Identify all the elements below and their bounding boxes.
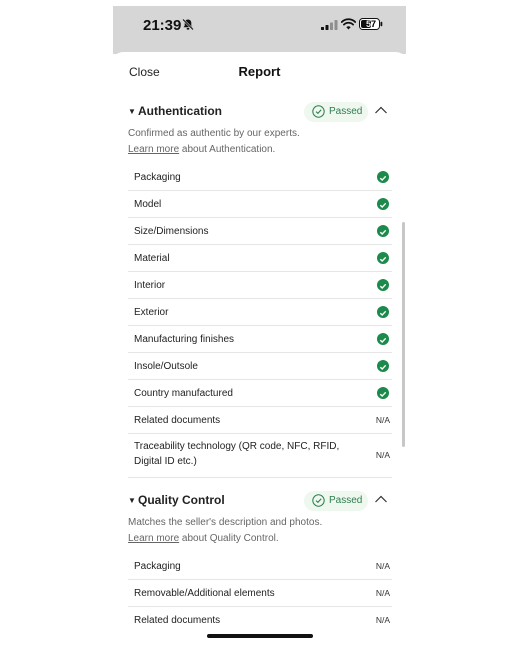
table-row: Removable/Additional elements N/A [128, 580, 392, 607]
check-icon [377, 171, 389, 183]
table-row: Size/Dimensions [128, 218, 392, 245]
check-icon [377, 252, 389, 264]
row-label: Related documents [134, 615, 221, 626]
table-row: Country manufactured [128, 380, 392, 407]
check-icon [377, 360, 389, 372]
status-time: 21:39 [143, 17, 182, 34]
row-label: Related documents [134, 415, 221, 426]
table-row: Packaging [128, 164, 392, 191]
description-text: Matches the seller's description and pho… [128, 517, 323, 528]
learn-more-line: Learn more about Quality Control. [128, 531, 398, 547]
table-row: Insole/Outsole [128, 353, 392, 380]
phone-screen: 21:39 57 Close Report ▼ Authentication P… [113, 6, 406, 644]
row-label: Insole/Outsole [134, 361, 198, 372]
row-label-line: Digital ID etc.) [134, 456, 197, 467]
table-row: Traceability technology (QR code, NFC, R… [128, 434, 392, 478]
chevron-up-icon[interactable] [374, 105, 388, 115]
badge-label: Passed [329, 106, 363, 117]
check-icon [377, 198, 389, 210]
learn-more-suffix: about Quality Control. [179, 533, 279, 544]
battery-level: 57 [365, 19, 376, 29]
row-label: Country manufactured [134, 388, 233, 399]
quality-control-description: Matches the seller's description and pho… [128, 515, 398, 547]
caret-down-icon: ▼ [128, 496, 136, 505]
home-indicator[interactable] [207, 634, 313, 638]
row-label: Traceability technology (QR code, NFC, R… [134, 439, 339, 469]
row-label: Packaging [134, 561, 181, 572]
chevron-up-icon[interactable] [374, 494, 388, 504]
check-circle-icon [312, 494, 325, 507]
badge-label: Passed [329, 495, 363, 506]
row-label: Manufacturing finishes [134, 334, 235, 345]
row-label: Model [134, 199, 162, 210]
check-icon [377, 279, 389, 291]
page-title: Report [238, 64, 281, 79]
learn-more-line: Learn more about Authentication. [128, 142, 398, 158]
section-title: Quality Control [138, 493, 225, 507]
table-row: Model [128, 191, 392, 218]
check-icon [377, 306, 389, 318]
table-row: Related documents N/A [128, 607, 392, 633]
caret-down-icon: ▼ [128, 107, 136, 116]
row-label: Exterior [134, 307, 169, 318]
learn-more-link[interactable]: Learn more [128, 144, 179, 155]
report-sheet: Close Report ▼ Authentication Passed Con… [113, 52, 406, 644]
description-text: Confirmed as authentic by our experts. [128, 128, 300, 139]
check-icon [377, 225, 389, 237]
status-bar: 21:39 57 [113, 6, 406, 54]
check-circle-icon [312, 105, 325, 118]
na-value: N/A [375, 615, 390, 625]
wifi-icon [341, 18, 356, 30]
check-icon [377, 387, 389, 399]
table-row: Interior [128, 272, 392, 299]
row-label: Removable/Additional elements [134, 588, 275, 599]
learn-more-link[interactable]: Learn more [128, 533, 179, 544]
scrollbar[interactable] [402, 222, 405, 447]
status-badge: Passed [304, 102, 368, 122]
table-row: Manufacturing finishes [128, 326, 392, 353]
cellular-signal-icon [321, 20, 338, 30]
table-row: Exterior [128, 299, 392, 326]
na-value: N/A [375, 561, 390, 571]
check-icon [377, 333, 389, 345]
row-label: Material [134, 253, 170, 264]
learn-more-suffix: about Authentication. [179, 144, 276, 155]
row-label: Size/Dimensions [134, 226, 209, 237]
row-label: Interior [134, 280, 166, 291]
table-row: Related documents N/A [128, 407, 392, 434]
bell-slash-icon [182, 18, 194, 31]
authentication-section-header[interactable]: ▼ Authentication Passed [128, 102, 393, 122]
na-value: N/A [375, 415, 390, 425]
authentication-description: Confirmed as authentic by our experts. L… [128, 126, 398, 158]
section-title: Authentication [138, 104, 222, 118]
na-value: N/A [375, 450, 390, 460]
na-value: N/A [375, 588, 390, 598]
table-row: Packaging N/A [128, 553, 392, 580]
quality-control-section-header[interactable]: ▼ Quality Control Passed [128, 491, 393, 511]
status-badge: Passed [304, 491, 368, 511]
table-row: Material [128, 245, 392, 272]
row-label-line: Traceability technology (QR code, NFC, R… [134, 441, 340, 452]
row-label: Packaging [134, 172, 181, 183]
sheet-nav-bar: Close Report [113, 52, 406, 92]
